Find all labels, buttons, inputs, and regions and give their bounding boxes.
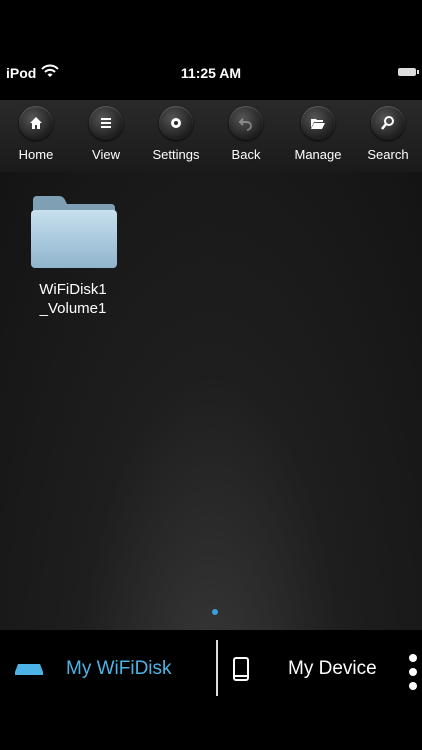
view-label: View [92,147,120,162]
settings-button[interactable]: Settings [140,106,212,162]
home-icon [19,106,53,140]
more-vertical-icon[interactable] [408,652,418,692]
home-button[interactable]: Home [0,106,72,162]
back-arrow-icon [229,106,263,140]
file-browser: WiFiDisk1 _Volume1 [0,172,422,630]
disk-icon [15,664,43,675]
tab-my-wifidisk-label: My WiFiDisk [66,658,172,679]
back-label: Back [231,147,261,162]
folder-open-icon [301,106,335,140]
toolbar: Home View Settings Back Manage Search [0,100,422,172]
clock: 11:25 AM [180,65,242,81]
settings-label: Settings [152,147,200,162]
search-button[interactable]: Search [352,106,422,162]
folder-label: WiFiDisk1 _Volume1 [39,281,107,317]
tab-my-wifidisk[interactable]: My WiFiDisk [14,654,172,684]
view-button[interactable]: View [70,106,142,162]
folder-icon [31,196,117,268]
tab-my-device[interactable]: My Device [232,654,377,684]
tab-bar: My WiFiDisk My Device [0,630,422,706]
tab-my-device-label: My Device [288,658,377,679]
battery-icon [398,68,419,76]
search-label: Search [367,147,409,162]
list-icon [89,106,123,140]
search-icon [371,106,405,140]
manage-button[interactable]: Manage [282,106,354,162]
back-button[interactable]: Back [210,106,282,162]
home-label: Home [18,147,54,162]
gear-icon [159,106,193,140]
tab-divider [216,640,218,696]
status-bar: iPod 11:25 AM [0,58,422,88]
folder-item[interactable]: WiFiDisk1 _Volume1 [18,194,128,318]
manage-label: Manage [294,147,342,162]
phone-icon [233,657,249,681]
page-indicator-dot [212,609,218,615]
